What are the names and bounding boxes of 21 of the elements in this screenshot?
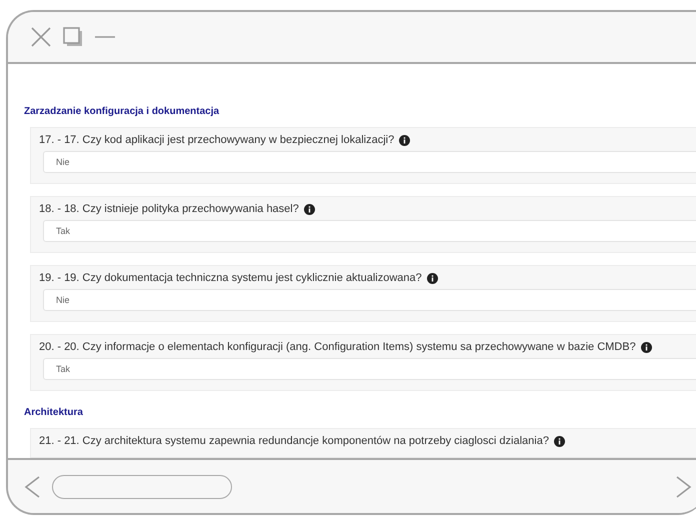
info-icon[interactable]: [554, 436, 565, 446]
question-label: 19. - 19. Czy dokumentacja techniczna systemu jest cyklicznie aktualizowana?: [39, 272, 422, 284]
info-icon[interactable]: [304, 204, 315, 214]
question-label: 17. - 17. Czy kod aplikacji jest przechowywany w bezpiecznej lokalizacji?: [39, 134, 394, 146]
close-icon[interactable]: [30, 26, 52, 48]
question-label: 20. - 20. Czy informacje o elementach konfiguracji (ang. Configuration Items) systemu sa przechowywane w bazie CMDB?: [39, 341, 636, 353]
question-label: 21. - 21. Czy architektura systemu zapewnia redundancje komponentów na potrzeby ciaglosci dzialania?: [39, 435, 549, 447]
question-label: 18. - 18. Czy istnieje polityka przechowywania hasel?: [39, 203, 299, 215]
info-icon[interactable]: [426, 272, 438, 284]
scroll-left-icon[interactable]: [24, 474, 40, 498]
scroll-thumb[interactable]: [52, 474, 232, 498]
section-heading: Zarzadzanie konfiguracja i dokumentacja: [24, 106, 220, 117]
answer-field[interactable]: Tak: [43, 358, 696, 380]
answer-field[interactable]: Nie: [43, 289, 696, 311]
answer-field[interactable]: Tak: [43, 220, 696, 242]
info-icon[interactable]: [399, 134, 410, 146]
scroll-right-icon[interactable]: [676, 474, 692, 498]
info-icon[interactable]: [640, 342, 652, 352]
answer-field[interactable]: Nie: [43, 151, 696, 173]
maximize-icon[interactable]: [62, 26, 84, 48]
section-heading: Architektura: [24, 407, 84, 418]
